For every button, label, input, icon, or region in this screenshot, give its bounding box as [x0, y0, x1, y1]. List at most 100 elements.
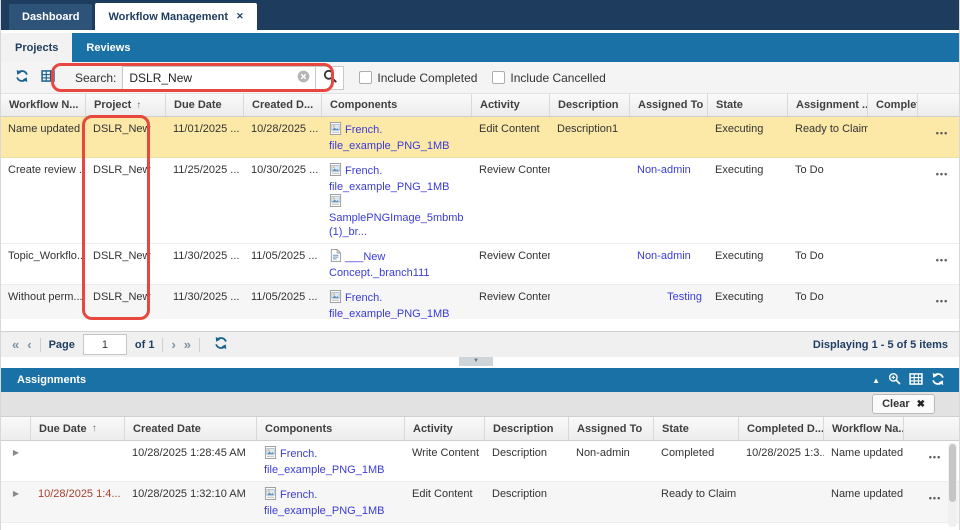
cell-completed: [868, 244, 918, 284]
tab-projects[interactable]: Projects: [1, 33, 72, 62]
cell-created-date: 11/05/2025 ...: [244, 244, 322, 284]
refresh-button[interactable]: [212, 334, 230, 355]
assignments-scrollbar[interactable]: [948, 443, 957, 527]
assigned-to-link[interactable]: Testing: [667, 291, 702, 303]
next-page-button[interactable]: ›: [171, 338, 175, 351]
grid-view-button[interactable]: [909, 372, 923, 389]
projects-table-row[interactable]: Without perm...DSLR_New11/30/2025 ...11/…: [1, 285, 959, 319]
projects-table-row[interactable]: Name updatedDSLR_New11/01/2025 ...10/28/…: [1, 117, 959, 158]
row-actions-button[interactable]: •••: [918, 158, 959, 243]
component-link[interactable]: SamplePNGImage_5mbmb (1)_br...: [329, 212, 464, 238]
projects-table-row[interactable]: Topic_Workflo...DSLR_New11/30/2025 ...11…: [1, 244, 959, 285]
column-header-activity[interactable]: Activity: [405, 417, 485, 440]
zoom-plus-icon: [888, 372, 901, 388]
cell-components: French.​file_example_PNG_1MB: [322, 117, 472, 157]
column-header-assigned-to[interactable]: Assigned To: [569, 417, 654, 440]
column-header-completed-d[interactable]: Completed D...: [739, 417, 824, 440]
column-header-workflow-na[interactable]: Workflow Na...: [824, 417, 904, 440]
cell-description: Description: [485, 482, 569, 522]
tab-label: Reviews: [86, 42, 130, 54]
close-tab-icon[interactable]: ✕: [236, 11, 244, 22]
column-header-label: State: [662, 423, 689, 435]
row-actions-button[interactable]: •••: [918, 117, 959, 157]
cell-assigned-to: Non-admin: [630, 244, 708, 284]
tab-dashboard[interactable]: Dashboard: [9, 4, 92, 30]
column-header-assignment[interactable]: Assignment ...: [788, 94, 868, 116]
column-header-project[interactable]: Project↑: [86, 94, 166, 116]
projects-table-row[interactable]: Create review ...DSLR_New11/25/2025 ...1…: [1, 158, 959, 244]
column-header-components[interactable]: Components: [322, 94, 472, 116]
clear-search-icon[interactable]: [292, 70, 315, 86]
component-link[interactable]: French.​file_example_PNG_1MB: [329, 165, 449, 193]
column-header-assigned-to[interactable]: Assigned To: [630, 94, 708, 116]
column-header-state[interactable]: State: [708, 94, 788, 116]
column-header-created-d[interactable]: Created D...: [244, 94, 322, 116]
last-page-button[interactable]: »: [184, 338, 191, 351]
include-completed-checkbox[interactable]: Include Completed: [359, 71, 477, 85]
cell-created-date: 10/30/2025 ...: [244, 158, 322, 243]
assigned-to-link[interactable]: Non-admin: [637, 250, 691, 262]
splitter-handle[interactable]: ▼: [459, 357, 493, 366]
scrollbar-thumb[interactable]: [949, 444, 956, 502]
refresh-icon: [15, 69, 29, 86]
column-header-created-date[interactable]: Created Date: [125, 417, 257, 440]
clear-button[interactable]: Clear ✖: [872, 394, 935, 414]
projects-table-header: Workflow N...Project↑Due DateCreated D..…: [1, 94, 959, 117]
column-header-complete[interactable]: Complete...: [868, 94, 918, 116]
page-input[interactable]: [83, 334, 127, 355]
prev-page-button[interactable]: ‹: [27, 338, 31, 351]
component-link[interactable]: French.​file_example_PNG_1MB: [329, 292, 449, 319]
tab-reviews[interactable]: Reviews: [72, 33, 144, 62]
column-header-components[interactable]: Components: [257, 417, 405, 440]
checkbox-box[interactable]: [359, 71, 372, 84]
column-header-workflow-n[interactable]: Workflow N...: [1, 94, 86, 116]
refresh-button[interactable]: [931, 372, 945, 389]
workflow-management-app: Dashboard Workflow Management ✕ Projects…: [0, 0, 960, 530]
zoom-button[interactable]: [888, 372, 901, 388]
row-expander-icon[interactable]: ▶: [1, 441, 31, 481]
component-link[interactable]: ___New Concept._branch111: [329, 251, 430, 279]
assignments-table-header: Due Date↑Created DateComponentsActivity D…: [1, 417, 959, 441]
column-header-state[interactable]: State: [654, 417, 739, 440]
refresh-button[interactable]: [13, 67, 31, 88]
assignments-toolbar: Clear ✖: [1, 392, 959, 417]
panel-tools: ▲: [872, 372, 945, 389]
search-button[interactable]: [316, 67, 343, 89]
component-link[interactable]: French.​file_example_PNG_1MB: [264, 489, 384, 517]
first-page-button[interactable]: «: [12, 338, 19, 351]
column-header-description[interactable]: Description: [550, 94, 630, 116]
tab-workflow-management[interactable]: Workflow Management ✕: [95, 3, 256, 30]
include-cancelled-checkbox[interactable]: Include Cancelled: [492, 71, 605, 85]
panel-title: Assignments: [17, 374, 86, 386]
column-header-label: Components: [330, 99, 397, 111]
column-header-label: Description: [493, 423, 554, 435]
assignments-table-row[interactable]: ▶10/28/2025 1:4...10/28/2025 1:32:10 AMF…: [1, 482, 959, 523]
cell-assignment-status: To Do: [788, 244, 868, 284]
checkbox-box[interactable]: [492, 71, 505, 84]
column-header-due-date[interactable]: Due Date: [166, 94, 244, 116]
cell-project: DSLR_New: [86, 117, 166, 157]
grid-view-button[interactable]: [39, 67, 57, 88]
column-header-label: Completed D...: [747, 423, 824, 435]
assignments-table-row[interactable]: ▶10/28/2025 1:28:45 AMFrench.​file_examp…: [1, 441, 959, 482]
cell-workflow-name: Topic_Workflo...: [1, 244, 86, 284]
row-actions-button[interactable]: •••: [918, 285, 959, 319]
column-header-label: Description: [558, 99, 619, 111]
row-actions-button[interactable]: •••: [918, 244, 959, 284]
assigned-to-link[interactable]: Non-admin: [637, 164, 691, 176]
cell-state: Executing: [708, 285, 788, 319]
cell-workflow-name: Without perm...: [1, 285, 86, 319]
collapse-panel-button[interactable]: ▲: [872, 376, 880, 385]
search-box: [122, 66, 344, 90]
column-header-activity[interactable]: Activity: [472, 94, 550, 116]
cell-activity: Review Content: [472, 158, 550, 243]
column-header-due-date[interactable]: Due Date↑: [31, 417, 125, 440]
search-input[interactable]: [123, 71, 292, 85]
checkbox-label: Include Cancelled: [510, 71, 605, 85]
component-link[interactable]: French.​file_example_PNG_1MB: [264, 448, 384, 476]
row-expander-icon[interactable]: ▶: [1, 482, 31, 522]
column-header-label: Workflow Na...: [832, 423, 904, 435]
column-header-description[interactable]: Description: [485, 417, 569, 440]
component-link[interactable]: French.​file_example_PNG_1MB: [329, 124, 449, 152]
cell-components: French.​file_example_PNG_1MB: [257, 482, 405, 522]
